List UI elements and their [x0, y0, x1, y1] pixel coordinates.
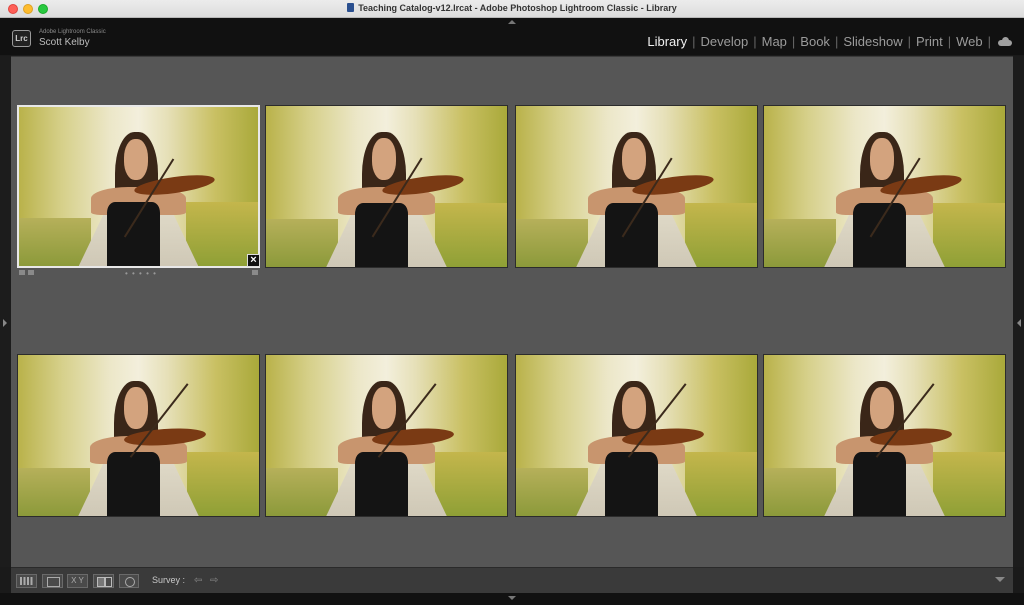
- flag-controls: [19, 270, 34, 275]
- module-separator: |: [753, 34, 757, 49]
- reject-flag-icon[interactable]: [28, 270, 34, 275]
- module-book[interactable]: Book: [800, 34, 830, 49]
- remove-from-survey-icon[interactable]: ×: [247, 254, 260, 267]
- survey-photo[interactable]: [763, 105, 1006, 268]
- violinist-photo: [18, 355, 259, 516]
- collapse-top-panel-icon[interactable]: [508, 20, 516, 24]
- people-view-icon[interactable]: [119, 574, 139, 588]
- window-titlebar: Teaching Catalog-v12.lrcat - Adobe Photo…: [0, 0, 1024, 18]
- violinist-photo: [516, 355, 757, 516]
- module-develop[interactable]: Develop: [701, 34, 749, 49]
- flag-icon[interactable]: [19, 270, 25, 275]
- survey-photo[interactable]: [17, 105, 260, 268]
- module-separator: |: [907, 34, 911, 49]
- module-print[interactable]: Print: [916, 34, 943, 49]
- violinist-photo: [266, 355, 507, 516]
- survey-photo[interactable]: [515, 354, 758, 517]
- violinist-photo: [266, 106, 507, 267]
- module-separator: |: [834, 34, 839, 49]
- filmstrip-strip: [0, 593, 1024, 605]
- document-icon: [347, 3, 355, 12]
- module-library[interactable]: Library: [647, 34, 687, 49]
- survey-photo[interactable]: [265, 105, 508, 268]
- bottom-toolbar: X Y Survey : ⇦ ⇨: [11, 567, 1013, 593]
- star-rating[interactable]: • • • • •: [125, 269, 157, 278]
- window-title-text: Teaching Catalog-v12.lrcat - Adobe Photo…: [358, 3, 677, 13]
- expand-filmstrip-icon[interactable]: [508, 596, 516, 600]
- view-mode-label: Survey :: [152, 575, 186, 585]
- module-separator: |: [692, 34, 696, 49]
- violinist-photo: [764, 106, 1005, 267]
- expand-left-panel-icon[interactable]: [3, 319, 7, 327]
- loupe-view-icon[interactable]: [42, 574, 63, 588]
- top-panel: Lrc Adobe Lightroom Classic Scott Kelby …: [0, 18, 1024, 55]
- survey-view-icon[interactable]: [93, 574, 114, 588]
- module-slideshow[interactable]: Slideshow: [843, 34, 902, 49]
- lrc-logo: Lrc: [12, 30, 31, 47]
- module-picker: Library | Develop | Map | Book | Slidesh…: [647, 34, 1012, 49]
- survey-photo[interactable]: [17, 354, 260, 517]
- module-separator: |: [987, 34, 991, 49]
- color-label-icon[interactable]: [252, 270, 258, 275]
- next-photo-icon[interactable]: ⇨: [210, 575, 218, 586]
- previous-photo-icon[interactable]: ⇦: [194, 575, 202, 586]
- module-separator: |: [947, 34, 952, 49]
- violinist-photo: [516, 106, 757, 267]
- survey-photo[interactable]: [763, 354, 1006, 517]
- product-name: Adobe Lightroom Classic: [39, 29, 106, 35]
- left-panel-strip: [0, 56, 11, 567]
- survey-photo[interactable]: [515, 105, 758, 268]
- identity-plate-name: Scott Kelby: [39, 37, 90, 48]
- window-title: Teaching Catalog-v12.lrcat - Adobe Photo…: [0, 3, 1024, 13]
- grid-view-icon[interactable]: [16, 574, 37, 588]
- expand-right-panel-icon[interactable]: [1017, 319, 1021, 327]
- module-separator: |: [791, 34, 796, 49]
- module-map[interactable]: Map: [762, 34, 787, 49]
- cloud-sync-icon[interactable]: [998, 36, 1012, 46]
- violinist-photo: [19, 107, 258, 266]
- toolbar-options-chevron-icon[interactable]: [995, 577, 1005, 582]
- right-panel-strip: [1013, 56, 1024, 567]
- survey-photo[interactable]: [265, 354, 508, 517]
- violinist-photo: [764, 355, 1005, 516]
- compare-view-icon[interactable]: X Y: [67, 574, 88, 588]
- module-web[interactable]: Web: [956, 34, 983, 49]
